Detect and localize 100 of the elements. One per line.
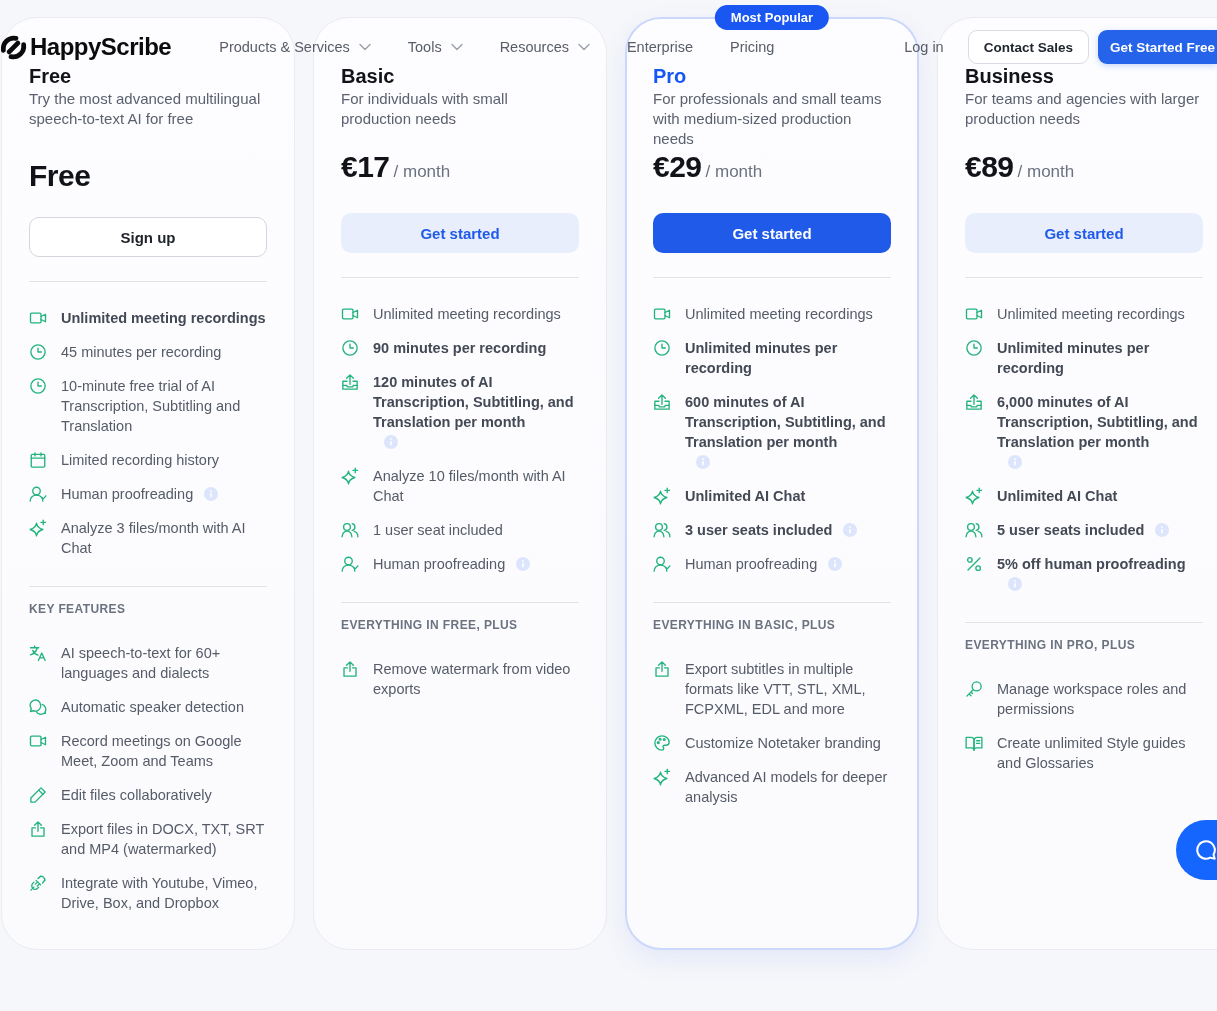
info-icon[interactable] bbox=[828, 557, 843, 571]
plan-description: For individuals with small production needs bbox=[341, 89, 509, 129]
sparkles-icon bbox=[29, 519, 47, 537]
feature-text: 5% off human proofreading bbox=[997, 555, 1186, 574]
feature-text: 10-minute free trial of AI Transcription, Subtitling and Translation bbox=[61, 378, 241, 434]
section-heading: EVERYTHING IN BASIC, PLUS bbox=[653, 617, 837, 633]
video-camera-icon bbox=[653, 305, 671, 323]
feature-text: Record meetings on Google Meet, Zoom and Teams bbox=[61, 733, 242, 769]
feature-text: Manage workspace roles and permissions bbox=[997, 681, 1187, 717]
feature-text: Unlimited meeting recordings bbox=[61, 310, 266, 326]
palette-icon bbox=[653, 734, 671, 752]
price-amount: €89 bbox=[965, 149, 1014, 185]
open-book-icon bbox=[965, 734, 983, 752]
feature-text: 3 user seats included bbox=[685, 521, 833, 540]
feature-text: Export subtitles in multiple formats like VTT, STL, XML, FCPXML, EDL and more bbox=[685, 661, 866, 717]
section-heading: KEY FEATURES bbox=[29, 601, 127, 617]
clock-icon bbox=[653, 339, 671, 357]
video-camera-icon bbox=[29, 309, 47, 327]
percent-icon bbox=[965, 555, 983, 573]
feature-text: 5 user seats included bbox=[997, 521, 1145, 540]
translate-icon bbox=[29, 644, 47, 662]
price-amount: Free bbox=[29, 158, 91, 194]
upload-icon bbox=[341, 660, 359, 678]
plan-description: Try the most advanced multilingual speech-to-text AI for free bbox=[29, 89, 262, 129]
get-started-button[interactable]: Get Started Free bbox=[1097, 30, 1217, 64]
upload-tray-icon bbox=[653, 393, 671, 411]
feature-text: 45 minutes per recording bbox=[61, 344, 222, 360]
feature-text: Unlimited minutes per recording bbox=[685, 340, 838, 376]
sparkles-icon bbox=[653, 768, 671, 786]
section-heading: EVERYTHING IN FREE, PLUS bbox=[341, 617, 519, 633]
nav-link[interactable]: Pricing bbox=[730, 37, 775, 57]
plan-description: For professionals and small teams with medium-sized production needs bbox=[653, 89, 883, 149]
plan-description: For teams and agencies with larger production needs bbox=[965, 89, 1201, 129]
plug-icon bbox=[29, 874, 47, 892]
clock-icon bbox=[341, 339, 359, 357]
clock-icon bbox=[965, 339, 983, 357]
feature-text: Analyze 10 files/month with AI Chat bbox=[373, 468, 566, 504]
plan-name: Pro bbox=[653, 65, 688, 87]
feature-text: 1 user seat included bbox=[373, 522, 503, 538]
feature-text: Analyze 3 files/month with AI Chat bbox=[61, 520, 246, 556]
upload-tray-icon bbox=[965, 393, 983, 411]
feature-text: Limited recording history bbox=[61, 452, 219, 468]
feature-text: Automatic speaker detection bbox=[61, 699, 244, 715]
feature-text: 120 minutes of AI Transcription, Subtitling, and Translation per month bbox=[373, 373, 575, 432]
feature-text: Advanced AI models for deeper analysis bbox=[685, 769, 888, 805]
plan-cta-button[interactable]: Get started bbox=[341, 213, 579, 253]
feature-text: 90 minutes per recording bbox=[373, 340, 547, 356]
plan-cta-button[interactable]: Get started bbox=[653, 213, 891, 253]
plan-cta-button[interactable]: Get started bbox=[965, 213, 1203, 253]
feature-text: Export files in DOCX, TXT, SRT and MP4 (watermarked) bbox=[61, 821, 265, 857]
feature-text: Unlimited meeting recordings bbox=[997, 306, 1185, 322]
clock-icon bbox=[29, 343, 47, 361]
upload-tray-icon bbox=[341, 373, 359, 391]
nav-link[interactable]: Enterprise bbox=[626, 37, 694, 57]
feature-text: 6,000 minutes of AI Transcription, Subtitling, and Translation per month bbox=[997, 393, 1199, 452]
user-check-icon bbox=[341, 555, 359, 573]
user-check-icon bbox=[653, 555, 671, 573]
plan-cta-button[interactable]: Sign up bbox=[29, 217, 267, 257]
chat-bubble-icon bbox=[1195, 839, 1217, 861]
feature-text: Create unlimited Style guides and Glossaries bbox=[997, 735, 1186, 771]
video-camera-icon bbox=[965, 305, 983, 323]
price-period: / month bbox=[393, 162, 451, 182]
nav-link[interactable]: Resources bbox=[499, 37, 590, 57]
info-icon[interactable] bbox=[843, 523, 858, 537]
plan-name: Basic bbox=[341, 65, 396, 87]
info-icon[interactable] bbox=[516, 557, 531, 571]
info-icon[interactable] bbox=[1008, 455, 1022, 469]
price-amount: €17 bbox=[341, 149, 390, 185]
pencil-icon bbox=[29, 786, 47, 804]
key-icon bbox=[965, 680, 983, 698]
price-period: / month bbox=[705, 162, 763, 182]
video-camera-icon bbox=[341, 305, 359, 323]
feature-text: Remove watermark from video exports bbox=[373, 661, 571, 697]
info-icon[interactable] bbox=[384, 435, 398, 449]
nav-link[interactable]: Products & Services bbox=[219, 37, 371, 57]
users-icon bbox=[341, 521, 359, 539]
info-icon[interactable] bbox=[204, 487, 219, 501]
info-icon[interactable] bbox=[696, 455, 710, 469]
plan-name: Business bbox=[965, 65, 1055, 87]
feature-text: Unlimited meeting recordings bbox=[685, 306, 873, 322]
feature-text: Unlimited AI Chat bbox=[685, 488, 806, 504]
feature-text: 600 minutes of AI Transcription, Subtitling, and Translation per month bbox=[685, 393, 887, 452]
clock-icon bbox=[29, 377, 47, 395]
logo-link[interactable]: HappyScribe bbox=[0, 33, 172, 61]
info-icon[interactable] bbox=[1008, 577, 1022, 591]
login-link[interactable]: Log in bbox=[904, 37, 944, 57]
logo-icon bbox=[0, 33, 27, 61]
nav-link[interactable]: Tools bbox=[407, 37, 463, 57]
sparkles-icon bbox=[965, 487, 983, 505]
section-heading: EVERYTHING IN PRO, PLUS bbox=[965, 637, 1137, 653]
users-icon bbox=[965, 521, 983, 539]
feature-text: Human proofreading bbox=[373, 555, 506, 574]
contact-sales-button[interactable]: Contact Sales bbox=[967, 30, 1089, 64]
feature-text: Edit files collaboratively bbox=[61, 787, 212, 803]
info-icon[interactable] bbox=[1155, 523, 1170, 537]
price-period: / month bbox=[1017, 162, 1075, 182]
video-camera-icon bbox=[29, 732, 47, 750]
calendar-icon bbox=[29, 451, 47, 469]
feature-text: Human proofreading bbox=[685, 555, 818, 574]
feature-text: Human proofreading bbox=[61, 485, 194, 504]
